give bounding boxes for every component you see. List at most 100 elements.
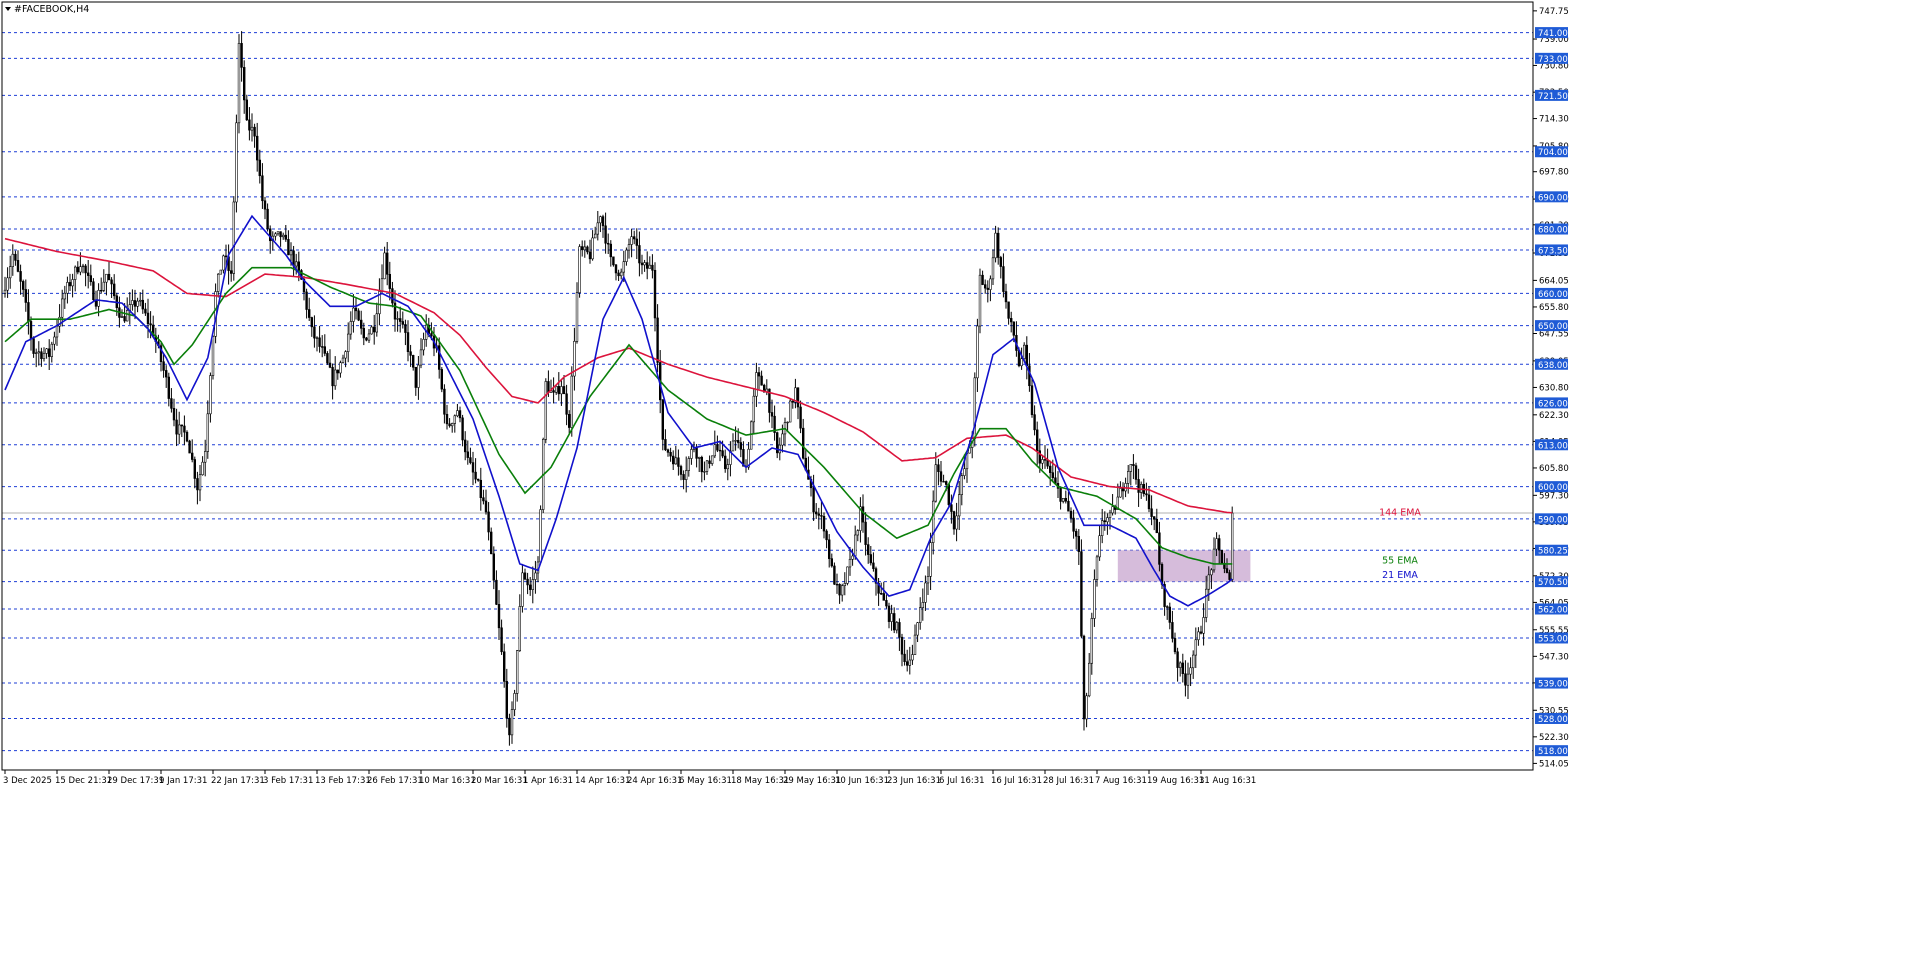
- candle-body: [1088, 662, 1091, 697]
- time-tick-label: 15 Dec 21:31: [55, 776, 112, 786]
- candle-body: [557, 386, 561, 395]
- candle-body: [87, 272, 90, 276]
- candle-body: [500, 627, 503, 653]
- ema-label: 21 EMA: [1382, 570, 1418, 581]
- candle-body: [929, 542, 932, 577]
- candle-body: [721, 450, 724, 457]
- candle-body: [450, 423, 454, 427]
- candle-body: [580, 246, 584, 251]
- candle-body: [651, 264, 654, 271]
- price-tick-label: 630.80: [1539, 383, 1569, 393]
- candle-body: [562, 386, 566, 395]
- candle-body: [578, 246, 581, 294]
- candle-body: [1129, 464, 1133, 472]
- candle-body: [718, 449, 722, 452]
- triangle-down-icon[interactable]: [5, 7, 11, 11]
- time-tick-label: 7 Aug 16:31: [1095, 776, 1147, 786]
- price-tick-label: 664.05: [1539, 276, 1569, 286]
- plot-border: [1, 1, 1534, 771]
- candle-body: [627, 244, 631, 251]
- candle-body: [1171, 622, 1174, 639]
- candle-body: [1197, 631, 1200, 641]
- candle-body: [281, 234, 285, 238]
- candle-body: [643, 262, 646, 266]
- candle-body: [567, 414, 571, 428]
- time-tick-label: 3 Feb 17:31: [263, 776, 313, 786]
- candle-body: [232, 201, 235, 274]
- candle-body: [230, 270, 233, 274]
- candle-body: [383, 252, 386, 280]
- candle-body: [183, 425, 186, 433]
- level-price-label: 528.00: [1538, 715, 1568, 725]
- candle-body: [1062, 497, 1065, 502]
- time-tick-label: 3 Dec 2025: [3, 776, 52, 786]
- candle-body: [1028, 365, 1031, 387]
- candle-body: [126, 310, 129, 322]
- candle-body: [1101, 520, 1104, 536]
- candle-body: [1004, 291, 1008, 303]
- time-tick-label: 6 Jul 16:31: [939, 776, 985, 786]
- chart-window[interactable]: 144 EMA 55 EMA 21 EMA 747.75739.00730.8072…: [0, 0, 1916, 963]
- candle-body: [895, 622, 899, 631]
- candle-body: [47, 348, 51, 357]
- candle-body: [599, 216, 602, 224]
- candle-body: [250, 126, 254, 131]
- candle-body: [588, 251, 592, 260]
- candle-body: [279, 231, 282, 238]
- level-price-label: 562.00: [1538, 605, 1568, 615]
- candle-body: [827, 539, 831, 559]
- candle-body: [144, 308, 147, 314]
- candle-body: [162, 361, 165, 371]
- candle-body: [110, 279, 113, 285]
- candle-body: [1033, 414, 1036, 431]
- candle-body: [1181, 662, 1185, 675]
- candle-body: [120, 316, 124, 318]
- candle-body: [632, 236, 636, 240]
- time-tick-label: 22 Jan 17:31: [211, 776, 265, 786]
- candle-body: [388, 273, 391, 289]
- candle-body: [398, 318, 402, 322]
- candle-body: [268, 228, 272, 242]
- candle-body: [328, 362, 332, 368]
- candle-body: [1103, 520, 1107, 523]
- candle-body: [989, 278, 992, 290]
- candle-body: [74, 266, 77, 280]
- time-tick-label: 23 Jun 16:31: [887, 776, 941, 786]
- candle-body: [703, 471, 706, 473]
- price-axis[interactable]: 747.75739.00730.80722.50714.30705.80697.…: [1533, 7, 1569, 770]
- candle-body: [950, 504, 953, 512]
- candle-body: [165, 370, 168, 378]
- candles: [3, 31, 1234, 746]
- candle-body: [749, 421, 753, 450]
- candle-body: [656, 317, 659, 363]
- time-tick-label: 26 Feb 17:31: [367, 776, 423, 786]
- candle-body: [331, 367, 334, 387]
- candle-body: [133, 300, 137, 307]
- candle-body: [417, 364, 420, 388]
- candle-body: [648, 264, 652, 269]
- candle-body: [617, 272, 620, 277]
- candle-body: [305, 291, 308, 310]
- price-tick-label: 714.30: [1539, 115, 1569, 125]
- candle-body: [466, 451, 469, 458]
- candle-body: [146, 312, 150, 325]
- candle-body: [1134, 465, 1138, 480]
- candle-body: [539, 509, 542, 563]
- candle-body: [71, 279, 74, 287]
- candle-body: [349, 321, 352, 335]
- candle-body: [1002, 266, 1005, 292]
- time-axis[interactable]: 3 Dec 2025 15 Dec 21:3129 Dec 17:319 Jan …: [3, 770, 1256, 786]
- candle-body: [409, 351, 412, 356]
- candle-body: [1137, 479, 1140, 493]
- candle-body: [411, 355, 415, 368]
- candle-body: [6, 277, 9, 291]
- candle-body: [955, 515, 958, 530]
- candle-body: [788, 400, 792, 423]
- price-chart[interactable]: 144 EMA 55 EMA 21 EMA 747.75739.00730.8072…: [0, 0, 1916, 963]
- candle-body: [609, 243, 613, 258]
- candle-body: [682, 474, 685, 480]
- candle-body: [445, 413, 449, 425]
- candle-body: [458, 410, 462, 419]
- candle-body: [476, 478, 480, 481]
- candle-body: [1179, 662, 1182, 668]
